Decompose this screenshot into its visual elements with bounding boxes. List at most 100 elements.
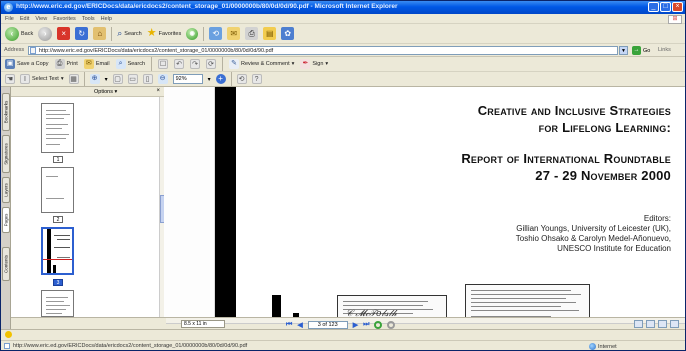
first-page-button[interactable]: ⏮ — [286, 321, 292, 329]
chevron-down-icon: ▾ — [60, 76, 64, 82]
previous-page-button[interactable]: ◀ — [297, 321, 302, 329]
document-title-line-2: for Lifelong Learning: — [538, 120, 671, 135]
toolbar-separator — [151, 57, 153, 71]
help-icon[interactable]: ? — [251, 74, 262, 84]
tab-bookmarks[interactable]: Bookmarks — [2, 93, 10, 131]
go-forward-view-icon[interactable] — [387, 321, 396, 329]
fit-page-icon[interactable]: ▭ — [127, 74, 138, 84]
forward-arrow-icon: › — [38, 26, 53, 41]
save-copy-button[interactable]: ▣ Save a Copy — [5, 59, 49, 69]
facing-icon[interactable] — [658, 320, 667, 328]
favorites-button[interactable]: ★ Favorites — [147, 28, 182, 39]
text-cursor-icon: I — [20, 74, 30, 84]
review-comment-button[interactable]: ✎ Review & Comment ▾ — [229, 59, 294, 69]
address-dropdown-icon[interactable]: ▼ — [619, 46, 628, 55]
page-thumbnail[interactable] — [41, 167, 74, 213]
chevron-down-icon[interactable]: ▾ — [105, 76, 108, 83]
media-icon[interactable]: ◉ — [186, 27, 199, 40]
toolbar-separator — [222, 57, 224, 71]
go-button[interactable]: → Go — [632, 46, 650, 55]
search-label: Search — [124, 30, 142, 37]
search-button[interactable]: ⌕ Search — [117, 28, 141, 39]
print-doc-button[interactable]: ⎙ Print — [54, 59, 78, 69]
single-page-icon[interactable] — [634, 320, 643, 328]
email-label: Email — [95, 61, 110, 67]
menu-edit[interactable]: Edit — [20, 16, 29, 22]
tab-signatures[interactable]: Signatures — [2, 135, 10, 173]
undo-icon[interactable]: ↶ — [174, 59, 185, 69]
zoom-dropdown-icon[interactable]: ▾ — [208, 76, 211, 83]
last-page-button[interactable]: ⏭ — [363, 321, 369, 329]
page-icon — [30, 47, 36, 54]
document-subtitle-line-1: Report of International Roundtable — [461, 151, 671, 166]
browser-window: e http://www.eric.ed.gov/ERICDocs/data/e… — [0, 0, 686, 351]
continuous-facing-icon[interactable] — [670, 320, 679, 328]
forward-button[interactable]: › — [38, 26, 53, 41]
zoom-in-button[interactable]: + — [215, 74, 226, 84]
menu-tools[interactable]: Tools — [82, 16, 95, 22]
select-text-button[interactable]: I Select Text ▾ — [20, 74, 64, 84]
floppy-disk-icon: ▣ — [5, 59, 15, 69]
back-button[interactable]: ‹ Back — [5, 26, 33, 41]
status-url: http://www.eric.ed.gov/ERICDocs/data/eri… — [13, 343, 248, 349]
refresh-button[interactable]: ↻ — [75, 27, 89, 40]
menu-favorites[interactable]: Favorites — [53, 16, 76, 22]
print-button[interactable]: ⎙ — [245, 27, 259, 40]
stop-button[interactable]: × — [57, 27, 71, 40]
options-menu[interactable]: Options ▾ — [94, 89, 117, 95]
close-panel-icon[interactable]: × — [156, 88, 160, 94]
next-page-button[interactable]: ▶ — [353, 321, 358, 329]
security-zone: Internet — [589, 343, 617, 350]
fit-width-icon[interactable]: ▯ — [142, 74, 153, 84]
favorites-label: Favorites — [158, 30, 182, 37]
close-button[interactable]: × — [672, 2, 683, 12]
go-back-view-icon[interactable] — [374, 321, 383, 329]
actual-size-icon[interactable]: ▢ — [112, 74, 123, 84]
tab-pages[interactable]: Pages — [2, 207, 10, 233]
doc-search-button[interactable]: ⌕ Search — [115, 59, 146, 69]
history-button[interactable]: ⟲ — [209, 27, 223, 40]
links-button[interactable]: Links — [658, 47, 671, 53]
toolbar-separator — [230, 72, 232, 86]
email-button[interactable]: ✉ Email — [83, 59, 110, 69]
mail-button[interactable]: ✉ — [227, 27, 241, 40]
warning-icon[interactable] — [5, 331, 12, 338]
document-view[interactable]: Creative and Inclusive Strategies for Li… — [164, 87, 685, 327]
navigation-tabs: Bookmarks Signatures Layers Pages Conten… — [1, 87, 11, 331]
continuous-icon[interactable] — [646, 320, 655, 328]
hand-icon[interactable]: ☚ — [5, 74, 15, 84]
zoom-icon[interactable]: ⊕ — [89, 74, 100, 84]
hand-tool-icon[interactable]: ☐ — [158, 59, 169, 69]
messenger-button[interactable]: ✿ — [281, 27, 295, 40]
folder-button[interactable]: ▤ — [263, 27, 277, 40]
tab-contents[interactable]: Contents — [2, 247, 10, 281]
home-button[interactable]: ⌂ — [93, 27, 107, 40]
document-subtitle: Report of International Roundtable 27 - … — [461, 150, 671, 184]
select-text-label: Select Text — [32, 76, 59, 82]
minimize-button[interactable]: _ — [648, 2, 659, 12]
menu-view[interactable]: View — [35, 16, 47, 22]
toolbar-separator — [111, 26, 113, 41]
zoom-out-icon[interactable]: ⊖ — [157, 74, 168, 84]
maximize-button[interactable]: □ — [660, 2, 671, 12]
zoom-field[interactable]: 92% — [172, 74, 203, 84]
horizontal-scrollbar[interactable] — [166, 318, 685, 324]
menu-help[interactable]: Help — [101, 16, 112, 22]
page-number-field[interactable]: 3 of 123 — [307, 321, 348, 329]
sign-button[interactable]: ✒ Sign ▾ — [300, 59, 328, 69]
page-thumbnail-selected[interactable] — [41, 227, 74, 275]
page-thumbnail[interactable] — [41, 103, 74, 153]
tab-pages-label: Pages — [3, 213, 9, 227]
rotate-view-icon[interactable]: ⟲ — [236, 74, 247, 84]
toolbar-separator — [83, 72, 85, 86]
menu-file[interactable]: File — [5, 16, 14, 22]
address-input[interactable]: http://www.eric.ed.gov/ERICDocs/data/eri… — [28, 46, 618, 55]
pen-icon: ✒ — [300, 59, 311, 69]
tab-signatures-label: Signatures — [3, 143, 9, 165]
page-thumbnail[interactable] — [41, 290, 74, 317]
redo-icon[interactable]: ↷ — [190, 59, 201, 69]
tab-layers[interactable]: Layers — [2, 177, 10, 203]
snapshot-icon[interactable]: ▦ — [68, 74, 79, 84]
rotate-icon[interactable]: ⟳ — [206, 59, 217, 69]
doc-search-label: Search — [127, 61, 146, 67]
